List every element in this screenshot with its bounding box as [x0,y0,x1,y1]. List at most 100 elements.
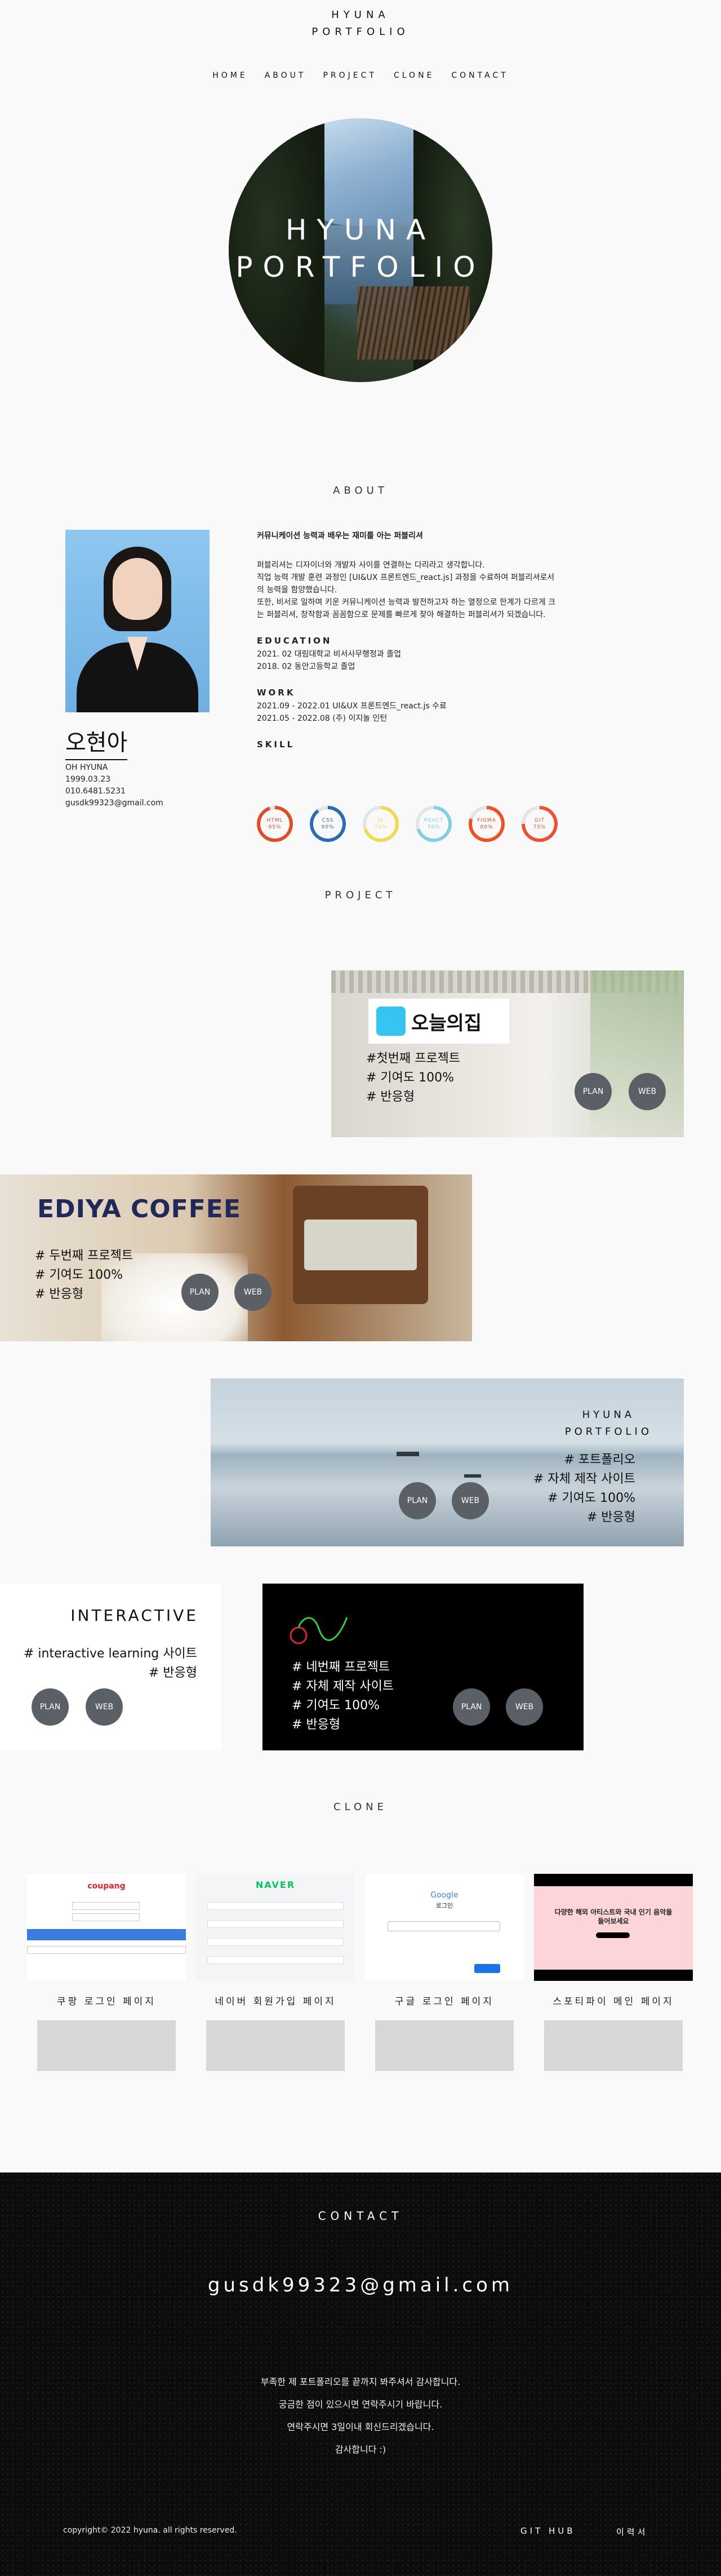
ohouse-logo-icon [376,1007,406,1036]
about-paragraph: 는 퍼블리셔, 창작함과 꼼꼼함으로 문제를 빠르게 찾아 해결하는 퍼블리셔가… [257,610,546,619]
ediya-brand: EDIYA COFFEE [37,1195,241,1223]
profile-photo [65,530,210,712]
coupang-logo: coupang [87,1882,126,1891]
clone-item-google[interactable]: Google 로그인 구글 로그인 페이지 [365,1874,524,2007]
project-card-ohouse[interactable]: 오늘의집 #첫번째 프로젝트 # 기여도 100% # 반응형 PLAN WEB [331,970,684,1137]
naver-thumbnail: NAVER [196,1874,355,1981]
google-subtitle: 로그인 [435,1902,453,1909]
google-next-btn [474,1964,500,1973]
hero-title-line-1: HYUNA [285,214,436,246]
clone-item-coupang[interactable]: coupang 쿠팡 로그인 페이지 [27,1874,186,2007]
skill-react: REACT 70% [416,806,452,842]
nav-contact[interactable]: CONTACT [451,71,508,80]
google-thumbnail: Google 로그인 [365,1874,524,1981]
project-title: PROJECT [324,889,397,901]
naver-input [207,1956,344,1964]
project-1-web-button[interactable]: WEB [629,1073,666,1110]
logo-line-1: HYUNA [331,9,390,21]
project-card-portfolio[interactable]: HYUNA PORTFOLIO # 포트폴리오 # 자체 제작 사이트 # 기여… [211,1378,684,1546]
coupang-input [72,1902,140,1910]
profile-info: OH HYUNA 1999.03.23 010.6481.5231 gusdk9… [65,762,163,809]
about-text: 커뮤니케이션 능력과 배우는 재미를 아는 퍼블리셔 퍼블리셔는 디자이너와 개… [257,530,606,752]
project-4-plan-button[interactable]: PLAN [32,1688,69,1726]
info-english-name: OH HYUNA [65,763,108,772]
project-4-web-button[interactable]: WEB [86,1688,123,1726]
project-5-plan-button[interactable]: PLAN [453,1688,490,1726]
card-radio-dial [304,1220,417,1270]
clone-item-naver[interactable]: NAVER 네이버 회원가입 페이지 [196,1874,355,2007]
project-4-info: # interactive learning 사이트 # 반응형 [23,1647,197,1680]
photo-face [113,558,162,620]
about-title: ABOUT [333,485,388,496]
copyright: copyright© 2022 hyuna. all rights reserv… [63,2526,237,2535]
about-paragraph: 직업 능력 개발 훈련 과정인 [UI&UX 프론트엔드_react.js] 과… [257,573,555,582]
project-card-ediya[interactable]: EDIYA COFFEE # 두번째 프로젝트 # 기여도 100% # 반응형… [0,1174,472,1341]
clone-label: 네이버 회원가입 페이지 [215,1996,336,2007]
profile-name: 오현아 [65,724,128,760]
work-item: 2021.09 - 2022.01 UI&UX 프론트엔드_react.js 수… [257,702,447,711]
skill-js: JS 70% [363,806,399,842]
clone-label: 스포티파이 메인 페이지 [553,1996,674,2007]
skill-css: CSS 90% [310,806,346,842]
project-1-plan-button[interactable]: PLAN [575,1073,612,1110]
google-input [388,1921,500,1931]
card-window [590,970,684,1137]
project-3-web-button[interactable]: WEB [452,1482,489,1519]
project-card-fourth[interactable]: # 네번째 프로젝트 # 자체 제작 사이트 # 기여도 100% # 반응형 … [262,1584,584,1750]
project-5-info: # 네번째 프로젝트 # 자체 제작 사이트 # 기여도 100% # 반응형 [292,1660,394,1732]
apple-line-icon [290,1617,348,1644]
skill-list: HTML 95% CSS 90% JS 70% REACT 70% FIGMA 80% G… [257,806,558,842]
naver-input [207,1938,344,1946]
hero-deck [357,286,470,360]
clone-item-spotify[interactable]: 다양한 해외 아티스트와 국내 인기 음악을 들어보세요 스포티파이 메인 페이… [534,1874,693,2007]
project-2-plan-button[interactable]: PLAN [181,1274,219,1311]
nav-project[interactable]: PROJECT [323,71,377,80]
nav-about[interactable]: ABOUT [265,71,306,80]
project-2-web-button[interactable]: WEB [234,1274,272,1311]
contact-title: CONTACT [318,2209,403,2223]
project-1-info: #첫번째 프로젝트 # 기여도 100% # 반응형 [366,1052,461,1104]
hero-image: HYUNA PORTFOLIO [229,118,492,382]
info-phone: 010.6481.5231 [65,787,126,796]
skill-html: HTML 95% [257,806,293,842]
spotify-nav [534,1874,693,1886]
clone-spotify-link[interactable] [544,2020,683,2071]
site-logo[interactable]: HYUNA PORTFOLIO [0,7,721,41]
logo-line-2: PORTFOLIO [311,26,410,38]
clone-label: 구글 로그인 페이지 [395,1996,494,2007]
contact-email[interactable]: gusdk99323@gmail.com [0,2274,721,2296]
interactive-title: INTERACTIVE [70,1606,198,1625]
spotify-cta [596,1932,630,1938]
clone-google-link[interactable] [375,2020,514,2071]
hero-title-line-2: PORTFOLIO [235,251,486,283]
about-lead: 커뮤니케이션 능력과 배우는 재미를 아는 퍼블리셔 [257,531,423,540]
project-3-info: # 포트폴리오 # 자체 제작 사이트 # 기여도 100% # 반응형 [533,1453,635,1524]
clone-title: CLONE [333,1801,388,1813]
contact-messages: 부족한 제 포트폴리오를 끝까지 봐주셔서 감사합니다. 궁금한 점이 있으시면… [260,2377,461,2455]
skill-figma: FIGMA 80% [469,806,505,842]
education-heading: EDUCATION [257,636,332,646]
nav-clone[interactable]: CLONE [394,71,434,80]
main-nav: HOME ABOUT PROJECT CLONE CONTACT [0,71,721,80]
info-birth: 1999.03.23 [65,775,111,784]
spotify-headline: 다양한 해외 아티스트와 국내 인기 음악을 들어보세요 [554,1908,673,1925]
clone-coupang-link[interactable] [37,2020,176,2071]
google-logo: Google [430,1891,459,1900]
clone-label: 쿠팡 로그인 페이지 [57,1996,156,2007]
skill-git: GIT 75% [522,806,558,842]
resume-link[interactable]: 이력서 [616,2526,648,2538]
clone-naver-link[interactable] [206,2020,345,2071]
info-email: gusdk99323@gmail.com [65,799,163,808]
github-link[interactable]: GIT HUB [520,2526,576,2536]
card-ship [397,1452,419,1456]
project-card-interactive[interactable]: INTERACTIVE # interactive learning 사이트 #… [0,1584,221,1750]
coupang-login-btn [27,1929,186,1940]
education-item: 2021. 02 대림대학교 비서사무행정과 졸업 [257,650,402,659]
project-3-plan-button[interactable]: PLAN [399,1482,436,1519]
naver-logo: NAVER [255,1879,296,1890]
ohouse-brand: 오늘의집 [411,1012,482,1035]
contact-section: CONTACT gusdk99323@gmail.com 부족한 제 포트폴리오… [0,2172,721,2576]
about-paragraph: 또한, 비서로 일하며 키운 커뮤니케이션 능력과 발전하고자 하는 열정으로 … [257,598,555,607]
nav-home[interactable]: HOME [212,71,247,80]
project-5-web-button[interactable]: WEB [506,1688,543,1726]
